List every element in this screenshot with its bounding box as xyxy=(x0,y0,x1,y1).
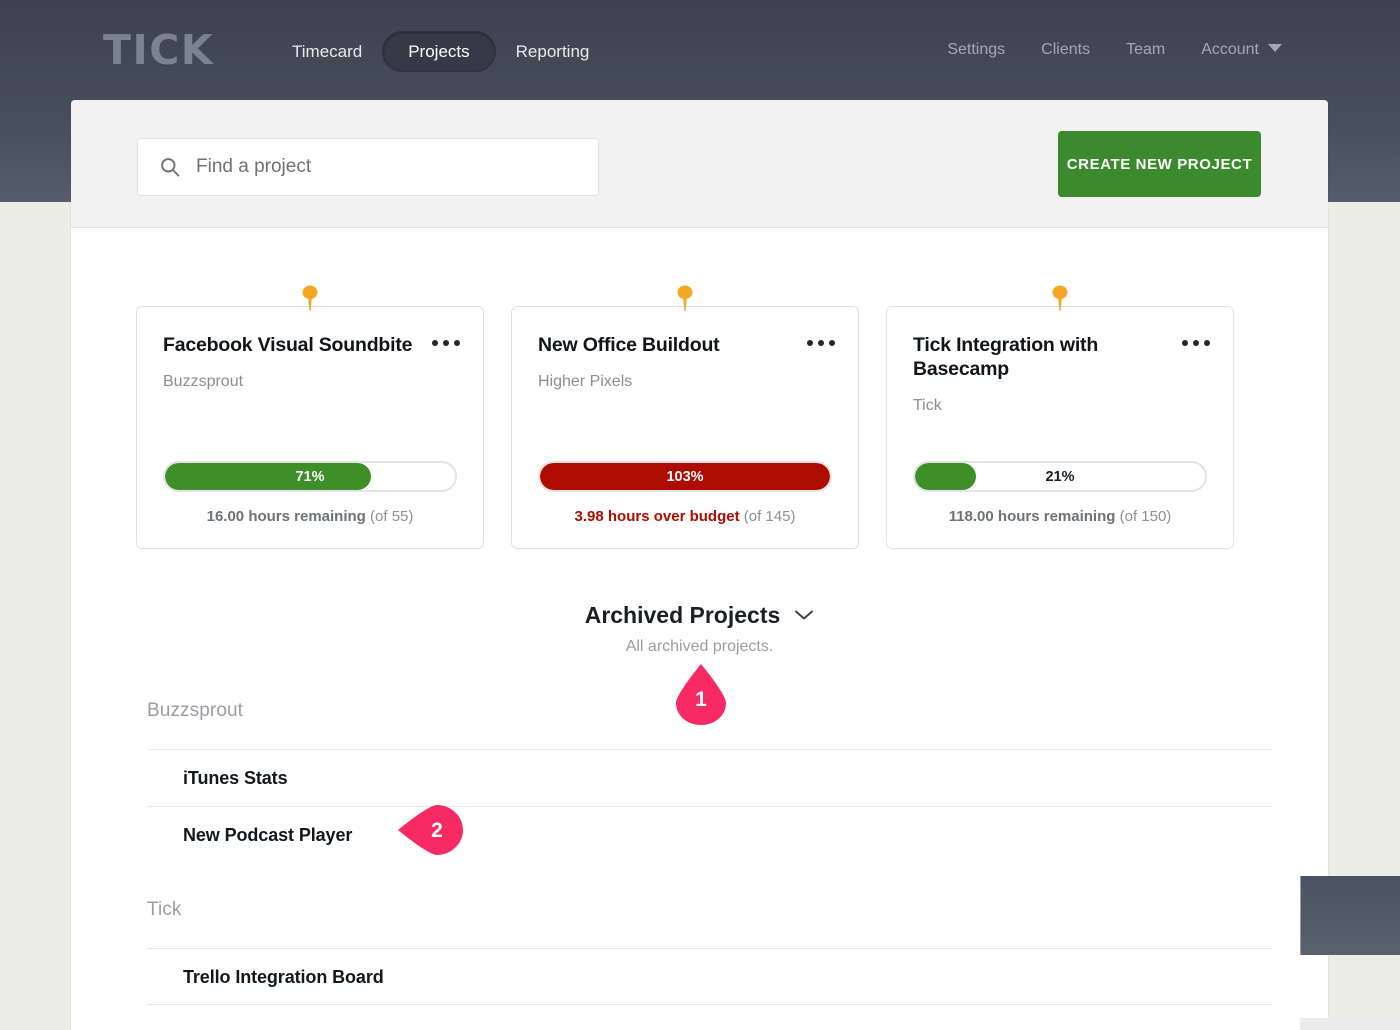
progress-percent-label: 103% xyxy=(540,463,830,490)
project-title: Tick Integration with Basecamp xyxy=(913,333,1168,381)
more-options-icon[interactable] xyxy=(807,334,837,352)
pinned-projects-grid: Facebook Visual Soundbite Buzzsprout 71%… xyxy=(71,228,1328,549)
archived-list-item[interactable]: New Podcast Player xyxy=(147,806,1272,863)
chevron-down-icon xyxy=(794,609,814,621)
nav-item-account[interactable]: Account xyxy=(1201,40,1282,59)
search-placeholder: Find a project xyxy=(196,156,311,178)
progress-track: 103% xyxy=(538,461,832,492)
create-new-project-button[interactable]: CREATE NEW PROJECT xyxy=(1058,131,1261,197)
more-options-icon[interactable] xyxy=(432,334,462,352)
archived-list-item[interactable]: iTunes Stats xyxy=(147,749,1272,806)
archived-projects-toggle[interactable]: Archived Projects xyxy=(585,601,815,629)
project-title: New Office Buildout xyxy=(538,333,793,357)
progress-percent-label: 21% xyxy=(915,463,1205,490)
project-hours-total: (of 55) xyxy=(370,508,413,525)
content-panel: Find a project CREATE NEW PROJECT Facebo… xyxy=(71,100,1328,1030)
offscreen-dark-panel xyxy=(1300,876,1400,955)
archived-project-name[interactable]: iTunes Stats xyxy=(183,767,288,789)
project-progress: 21% xyxy=(913,461,1207,492)
project-card[interactable]: New Office Buildout Higher Pixels 103% 3… xyxy=(511,306,859,549)
archived-group-client: Tick xyxy=(147,899,1272,948)
projects-toolbar: Find a project CREATE NEW PROJECT xyxy=(71,100,1328,228)
project-hours-primary: 118.00 hours remaining xyxy=(949,508,1116,525)
project-hours-primary: 16.00 hours remaining xyxy=(207,508,366,525)
annotation-number: 2 xyxy=(431,820,443,841)
project-client: Tick xyxy=(913,396,1208,415)
archived-projects-header: Archived Projects All archived projects. xyxy=(71,601,1328,656)
project-hours-summary: 16.00 hours remaining (of 55) xyxy=(137,508,483,526)
archived-list-item[interactable]: Trello Integration Board xyxy=(147,948,1272,1005)
project-client: Buzzsprout xyxy=(163,372,458,391)
archived-projects-subtitle: All archived projects. xyxy=(71,637,1328,656)
search-icon xyxy=(160,157,180,177)
project-title: Facebook Visual Soundbite xyxy=(163,333,418,357)
project-progress: 103% xyxy=(538,461,832,492)
primary-nav: Timecard Projects Reporting xyxy=(272,31,609,72)
nav-item-reporting[interactable]: Reporting xyxy=(496,31,610,72)
progress-percent-label: 71% xyxy=(165,463,455,490)
project-progress: 71% xyxy=(163,461,457,492)
nav-item-clients[interactable]: Clients xyxy=(1041,40,1090,59)
project-card-slot: Facebook Visual Soundbite Buzzsprout 71%… xyxy=(136,306,484,549)
project-card[interactable]: Tick Integration with Basecamp Tick 21% … xyxy=(886,306,1234,549)
nav-item-settings[interactable]: Settings xyxy=(947,40,1005,59)
project-hours-total: (of 150) xyxy=(1120,508,1172,525)
pin-icon xyxy=(299,284,321,312)
archived-project-name[interactable]: Trello Integration Board xyxy=(183,966,384,988)
project-client: Higher Pixels xyxy=(538,372,833,391)
list-spacer xyxy=(147,863,1272,899)
project-hours-total: (of 145) xyxy=(744,508,796,525)
progress-track: 71% xyxy=(163,461,457,492)
app-root: TICK Timecard Projects Reporting Setting… xyxy=(0,0,1400,1030)
nav-item-timecard[interactable]: Timecard xyxy=(272,31,382,72)
annotation-marker-1: 1 xyxy=(675,664,727,726)
project-hours-primary: 3.98 hours over budget xyxy=(575,508,740,525)
project-card-slot: New Office Buildout Higher Pixels 103% 3… xyxy=(511,306,859,549)
more-options-icon[interactable] xyxy=(1182,334,1212,352)
archived-project-name[interactable]: New Podcast Player xyxy=(183,824,352,846)
chevron-down-icon xyxy=(1268,44,1282,52)
nav-item-projects[interactable]: Projects xyxy=(382,31,495,72)
project-card-slot: Tick Integration with Basecamp Tick 21% … xyxy=(886,306,1234,549)
project-hours-summary: 3.98 hours over budget (of 145) xyxy=(512,508,858,526)
offscreen-gray-strip xyxy=(1300,1018,1400,1030)
project-hours-summary: 118.00 hours remaining (of 150) xyxy=(887,508,1233,526)
pin-icon xyxy=(1049,284,1071,312)
pin-icon xyxy=(674,284,696,312)
progress-track: 21% xyxy=(913,461,1207,492)
secondary-nav: Settings Clients Team Account xyxy=(947,40,1282,59)
project-card[interactable]: Facebook Visual Soundbite Buzzsprout 71%… xyxy=(136,306,484,549)
archived-projects-title: Archived Projects xyxy=(585,601,781,629)
tick-logo[interactable]: TICK xyxy=(103,27,214,73)
nav-item-team[interactable]: Team xyxy=(1126,40,1165,59)
archived-projects-list: Buzzsprout iTunes Stats New Podcast Play… xyxy=(71,700,1328,1005)
annotation-number: 1 xyxy=(695,689,707,710)
annotation-marker-2: 2 xyxy=(398,805,464,855)
search-input[interactable]: Find a project xyxy=(137,138,599,196)
nav-item-account-label: Account xyxy=(1201,41,1259,58)
